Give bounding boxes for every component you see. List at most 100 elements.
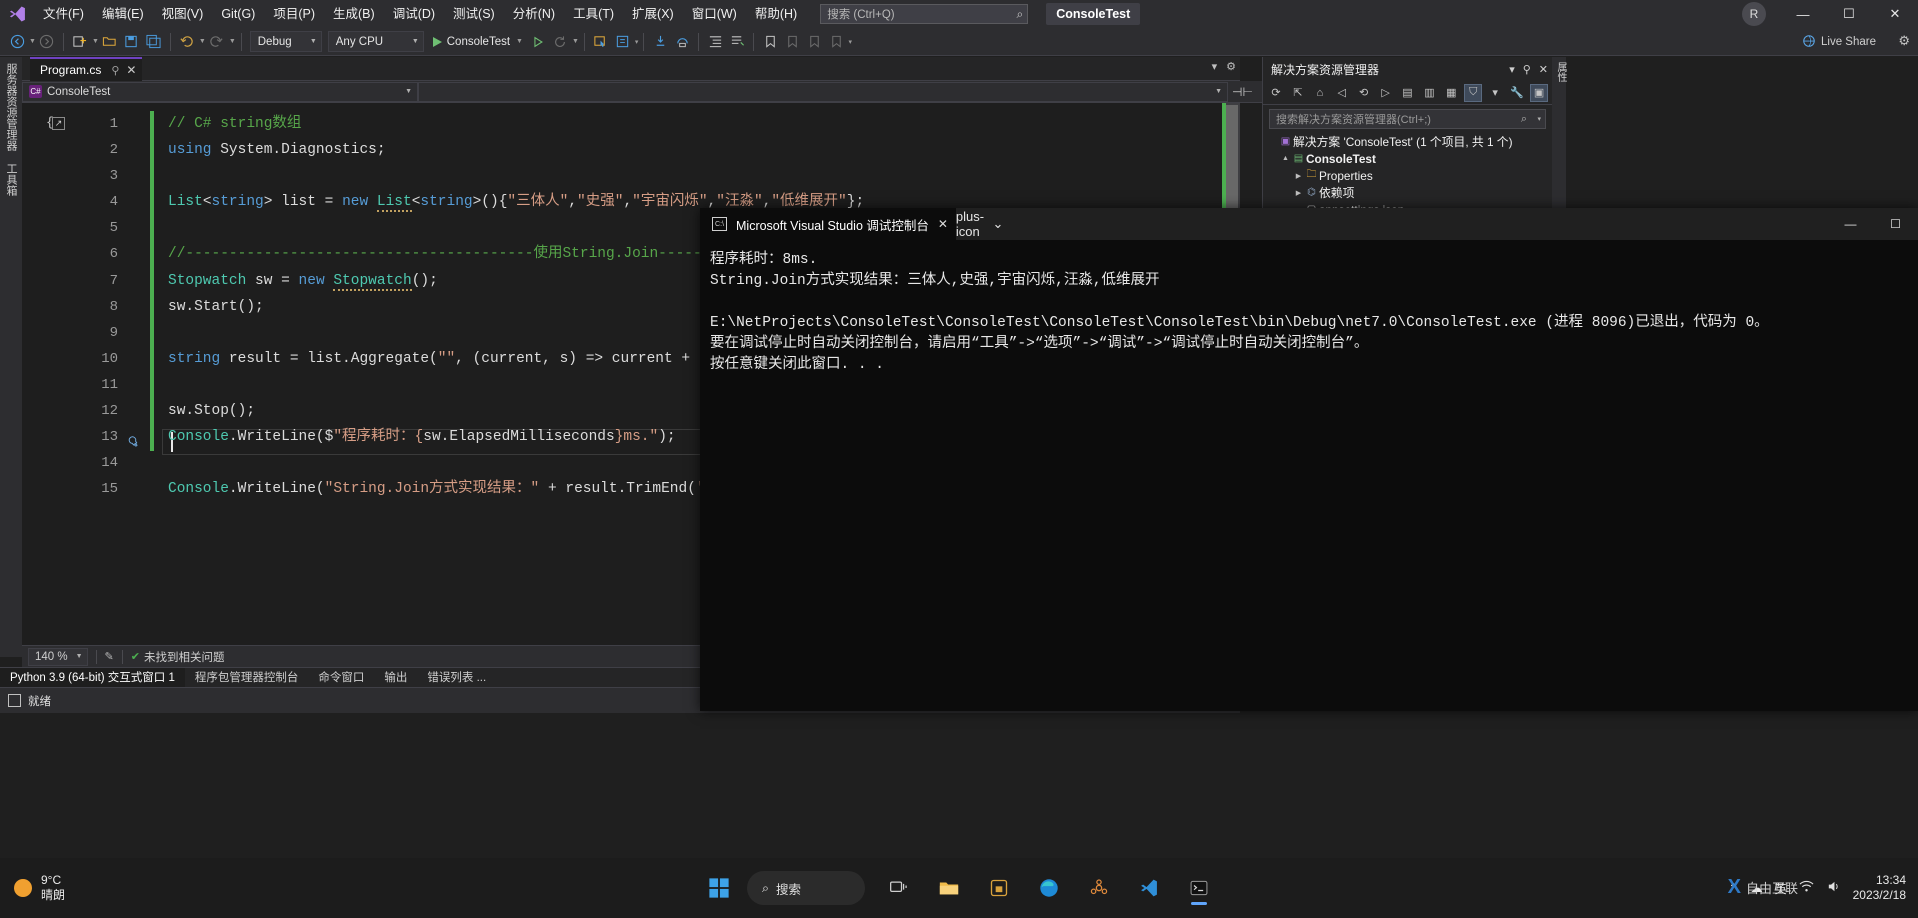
back-icon[interactable]: ◁	[1333, 84, 1351, 102]
vs-code-icon[interactable]	[1127, 866, 1171, 910]
menu-debug[interactable]: 调试(D)	[384, 0, 444, 28]
tools-icon[interactable]	[1077, 866, 1121, 910]
menu-build[interactable]: 生成(B)	[324, 0, 384, 28]
code-line[interactable]: // C# string数组	[168, 111, 1228, 137]
chevron-collapsed-icon[interactable]: ▶	[1293, 189, 1304, 197]
close-icon[interactable]: ✕	[1539, 63, 1548, 76]
forward-icon[interactable]: ▷	[1377, 84, 1395, 102]
indent-icon[interactable]	[704, 31, 726, 53]
open-file-icon[interactable]	[99, 31, 121, 53]
new-project-dropdown-icon[interactable]: ▼	[92, 38, 99, 45]
refresh-icon[interactable]: ⟳	[1267, 84, 1285, 102]
start-without-debugging-icon[interactable]	[527, 31, 549, 53]
chevron-down-icon[interactable]: ▾	[1509, 63, 1515, 76]
navigate-forward-icon[interactable]	[36, 31, 58, 53]
pin-icon[interactable]: ⚲	[111, 64, 119, 77]
new-tab-button[interactable]: plus-icon	[956, 208, 984, 240]
clear-bookmarks-icon[interactable]	[825, 31, 847, 53]
menu-test[interactable]: 测试(S)	[444, 0, 504, 28]
solution-explorer-node[interactable]: ▶ ⌬ 依赖项	[1263, 184, 1552, 201]
redo-dropdown-icon[interactable]: ▼	[229, 38, 236, 45]
navbar-member-combo[interactable]: ▼	[418, 81, 1228, 102]
redo-icon[interactable]	[206, 31, 228, 53]
close-button[interactable]: ✕	[1872, 0, 1918, 28]
chevron-down-icon[interactable]: ▾	[1212, 60, 1218, 73]
close-icon[interactable]: ✕	[126, 63, 136, 77]
edit-icon[interactable]: ✎	[105, 650, 114, 663]
menu-tools[interactable]: 工具(T)	[564, 0, 623, 28]
toolbar-more-icon[interactable]: ▾	[635, 38, 639, 46]
live-visual-tree-icon[interactable]	[612, 31, 634, 53]
collapse-all-icon[interactable]: ⇱	[1289, 84, 1307, 102]
sync-with-active-document-icon[interactable]: ⟲	[1355, 84, 1373, 102]
console-tab[interactable]: C:\ Microsoft Visual Studio 调试控制台 ✕	[700, 208, 956, 240]
minimize-button[interactable]: —	[1780, 0, 1826, 28]
new-project-icon[interactable]	[69, 31, 91, 53]
console-minimize-button[interactable]: —	[1828, 208, 1873, 240]
bottom-tab-output[interactable]: 输出	[374, 668, 417, 688]
undo-dropdown-icon[interactable]: ▼	[199, 38, 206, 45]
wrench-icon[interactable]: 🔧	[1508, 84, 1526, 102]
save-all-icon[interactable]	[143, 31, 165, 53]
bookmark-icon[interactable]	[759, 31, 781, 53]
editor-glyph-margin[interactable]	[22, 103, 58, 645]
step-into-icon[interactable]	[649, 31, 671, 53]
start-debugging-button[interactable]: ConsoleTest ▼	[429, 31, 527, 53]
split-editor-icon[interactable]: ⊣⊢	[1232, 85, 1253, 99]
collapse-block-icon[interactable]: ↗	[52, 117, 65, 130]
volume-icon[interactable]	[1826, 879, 1841, 897]
edge-browser-icon[interactable]	[1027, 866, 1071, 910]
preview-selected-items-icon[interactable]: ▦	[1442, 84, 1460, 102]
hot-reload-dropdown-icon[interactable]: ▼	[572, 38, 579, 45]
account-avatar[interactable]: R	[1742, 2, 1766, 26]
menu-help[interactable]: 帮助(H)	[746, 0, 806, 28]
maximize-button[interactable]: ☐	[1826, 0, 1872, 28]
select-element-icon[interactable]	[590, 31, 612, 53]
navbar-project-combo[interactable]: C# ConsoleTest ▼	[22, 81, 418, 102]
rail-tab-properties[interactable]: 属性	[1552, 57, 1569, 87]
taskbar-weather-widget[interactable]: 9°C 晴朗	[14, 873, 65, 903]
document-tab-program-cs[interactable]: Program.cs ⚲ ✕	[30, 57, 143, 81]
menu-project[interactable]: 项目(P)	[264, 0, 324, 28]
pin-icon[interactable]: ⚲	[1523, 63, 1531, 76]
store-icon[interactable]	[977, 866, 1021, 910]
navigate-back-icon[interactable]	[6, 31, 28, 53]
toolbar-overflow-icon[interactable]: ⚙	[1898, 33, 1910, 49]
console-maximize-button[interactable]: ☐	[1873, 208, 1918, 240]
solution-configuration-combo[interactable]: Debug ▼	[249, 31, 322, 52]
taskbar-search-box[interactable]: ⌕ 搜索	[747, 871, 865, 905]
chevron-down-icon[interactable]: ▾	[1486, 84, 1504, 102]
solution-view-icon[interactable]: ▣	[1530, 83, 1549, 102]
solution-explorer-node[interactable]: ▲ ▤ ConsoleTest	[1263, 150, 1552, 167]
menu-window[interactable]: 窗口(W)	[683, 0, 746, 28]
rail-tab-server-explorer[interactable]: 服务器资源管理器	[0, 57, 22, 157]
menu-extensions[interactable]: 扩展(X)	[623, 0, 683, 28]
solution-explorer-tree[interactable]: ▣ 解决方案 'ConsoleTest' (1 个项目, 共 1 个) ▲ ▤ Cons…	[1263, 133, 1552, 218]
windows-start-icon[interactable]	[697, 866, 741, 910]
quick-launch-search[interactable]: 搜索 (Ctrl+Q) ⌕	[820, 4, 1029, 24]
gear-icon[interactable]: ⚙	[1226, 60, 1236, 73]
bottom-tab-error-list[interactable]: 错误列表 ...	[417, 668, 496, 688]
solution-explorer-node[interactable]: ▣ 解决方案 'ConsoleTest' (1 个项目, 共 1 个)	[1263, 133, 1552, 150]
solution-explorer-node[interactable]: ▶ 🗀 Properties	[1263, 167, 1552, 184]
chevron-expanded-icon[interactable]: ▲	[1280, 155, 1291, 162]
lightbulb-icon[interactable]	[125, 433, 145, 454]
properties-icon[interactable]: ▥	[1420, 84, 1438, 102]
close-icon[interactable]: ✕	[938, 217, 948, 231]
menu-view[interactable]: 视图(V)	[153, 0, 213, 28]
next-bookmark-icon[interactable]	[803, 31, 825, 53]
code-line[interactable]	[168, 163, 1228, 189]
taskbar-clock[interactable]: 13:34 2023/2/18	[1853, 873, 1906, 903]
menu-analyze[interactable]: 分析(N)	[504, 0, 564, 28]
chevron-down-icon[interactable]: ▾	[1537, 115, 1541, 123]
task-view-icon[interactable]	[877, 866, 921, 910]
step-over-icon[interactable]	[671, 31, 693, 53]
show-all-files-icon[interactable]: ▤	[1399, 84, 1417, 102]
search-icon[interactable]: ⌕	[1521, 113, 1527, 126]
bottom-tab-command-window[interactable]: 命令窗口	[308, 668, 374, 688]
solution-explorer-search-input[interactable]: 搜索解决方案资源管理器(Ctrl+;) ⌕ ▾	[1269, 109, 1546, 129]
menu-file[interactable]: 文件(F)	[34, 0, 93, 28]
chevron-down-icon[interactable]: ▼	[516, 38, 523, 45]
bottom-tab-package-manager-console[interactable]: 程序包管理器控制台	[185, 668, 309, 688]
network-icon[interactable]	[1799, 879, 1814, 897]
